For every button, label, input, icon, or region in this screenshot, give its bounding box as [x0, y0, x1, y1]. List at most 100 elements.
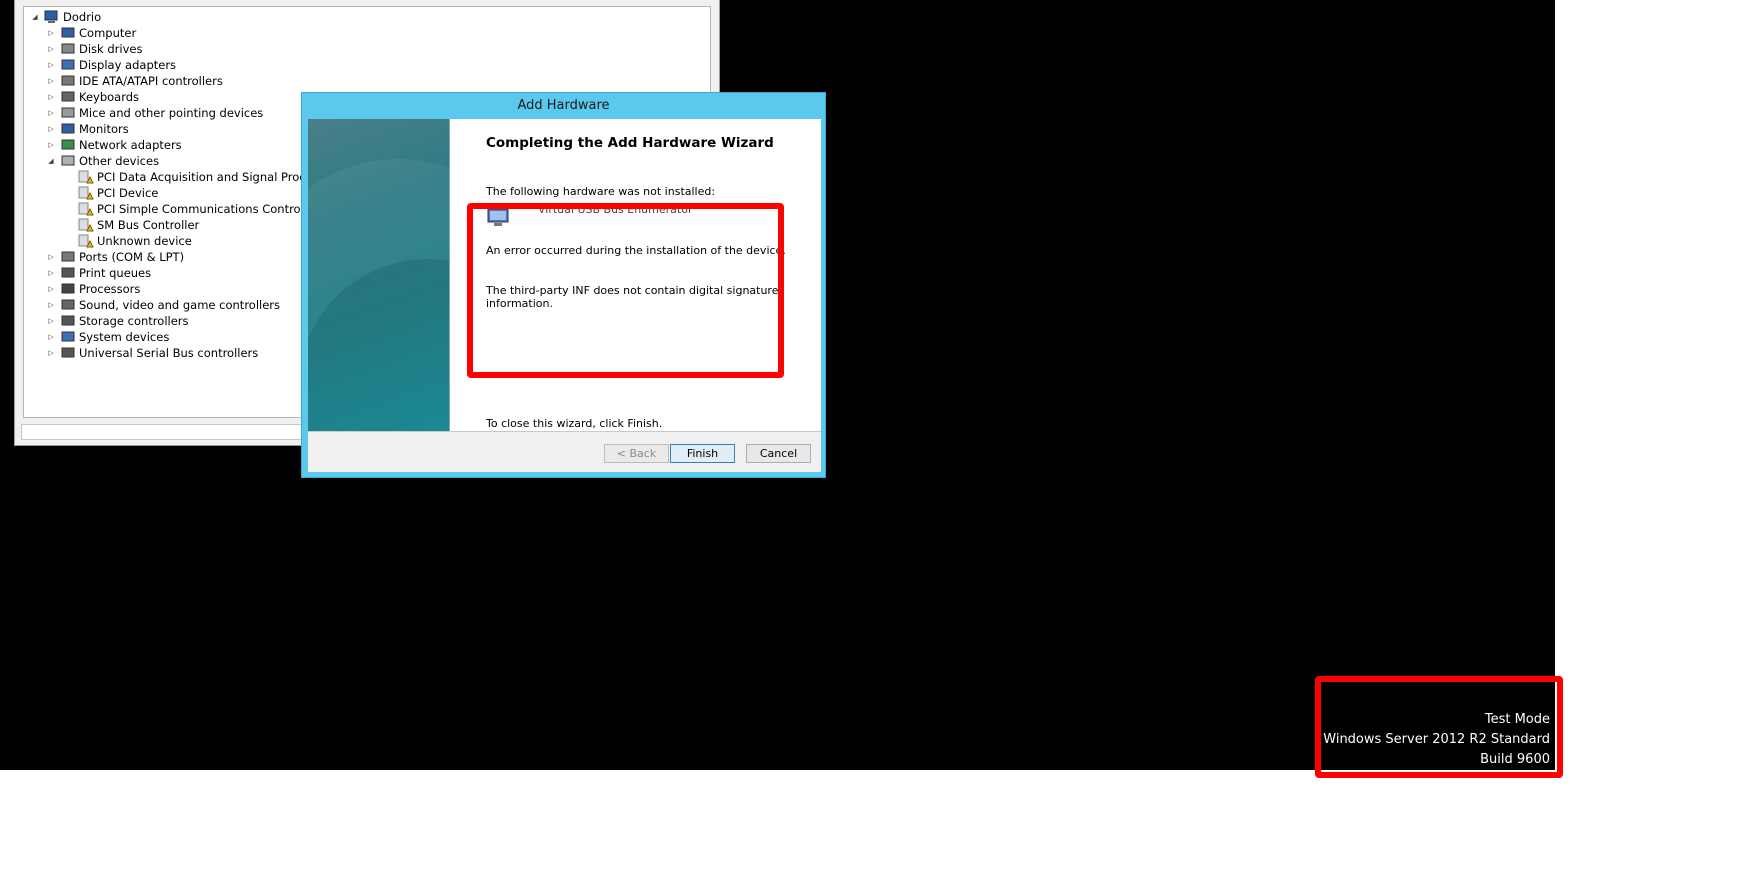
add-hardware-dialog: Add Hardware Completing the Add Hardware…	[301, 92, 826, 478]
cancel-button[interactable]: Cancel	[746, 444, 811, 463]
tree-item-label: PCI Simple Communications Controller	[97, 202, 319, 216]
expand-arrow-icon[interactable]: ▷	[46, 313, 56, 329]
test-mode-watermark: Test Mode Windows Server 2012 R2 Standar…	[1323, 710, 1550, 770]
tree-item-label: PCI Device	[97, 186, 159, 200]
expand-arrow-icon[interactable]: ▷	[46, 41, 56, 57]
expand-arrow-icon[interactable]: ▷	[46, 329, 56, 345]
tree-root[interactable]: ◢ Dodrio	[30, 9, 101, 25]
collapse-arrow-icon[interactable]: ◢	[30, 9, 40, 25]
expand-arrow-icon[interactable]: ▷	[46, 89, 56, 105]
tree-child-item[interactable]: SM Bus Controller	[78, 217, 199, 233]
tree-category-item[interactable]: ▷ Display adapters	[46, 57, 176, 73]
mouse-icon	[60, 106, 76, 120]
computer-icon	[60, 26, 76, 40]
printer-icon	[60, 266, 76, 280]
tree-category-item[interactable]: ▷ Monitors	[46, 121, 129, 137]
tree-item-label: Sound, video and game controllers	[79, 298, 281, 312]
watermark-line1: Test Mode	[1484, 712, 1550, 727]
processor-icon	[60, 282, 76, 296]
tree-item-label: Mice and other pointing devices	[79, 106, 264, 120]
expand-arrow-icon[interactable]: ▷	[46, 121, 56, 137]
network-icon	[60, 138, 76, 152]
error-reason-line1: The third-party INF does not contain dig…	[486, 284, 779, 297]
tree-item-label: Disk drives	[79, 42, 143, 56]
tree-category-item[interactable]: ▷ Print queues	[46, 265, 151, 281]
tree-item-label: Keyboards	[79, 90, 140, 104]
tree-category-item[interactable]: ◢ Other devices	[46, 153, 159, 169]
wizard-content: Completing the Add Hardware Wizard The f…	[450, 119, 821, 431]
tree-category-item[interactable]: ▷ Sound, video and game controllers	[46, 297, 280, 313]
tree-category-item[interactable]: ▷ IDE ATA/ATAPI controllers	[46, 73, 223, 89]
tree-item-label: Monitors	[79, 122, 129, 136]
dialog-body: Completing the Add Hardware Wizard The f…	[308, 119, 821, 472]
tree-item-label: Universal Serial Bus controllers	[79, 346, 259, 360]
collapse-arrow-icon[interactable]: ◢	[46, 153, 56, 169]
tree-category-item[interactable]: ▷ Storage controllers	[46, 313, 189, 329]
tree-category-item[interactable]: ▷ System devices	[46, 329, 169, 345]
usb-icon	[60, 346, 76, 360]
system-icon	[60, 330, 76, 344]
tree-category-item[interactable]: ▷ Universal Serial Bus controllers	[46, 345, 258, 361]
tree-item-label: Network adapters	[79, 138, 182, 152]
tree-child-item[interactable]: PCI Device	[78, 185, 158, 201]
tree-category-item[interactable]: ▷ Computer	[46, 25, 136, 41]
warning-device-icon	[78, 234, 94, 248]
ide-icon	[60, 74, 76, 88]
computer-icon	[44, 10, 60, 24]
tree-item-label: Display adapters	[79, 58, 177, 72]
desktop-edge-bottom	[0, 770, 1764, 880]
sound-icon	[60, 298, 76, 312]
expand-arrow-icon[interactable]: ▷	[46, 345, 56, 361]
monitor-icon	[60, 122, 76, 136]
expand-arrow-icon[interactable]: ▷	[46, 25, 56, 41]
warning-device-icon	[78, 170, 94, 184]
wizard-footer: < Back Finish Cancel	[308, 431, 821, 472]
warning-device-icon	[78, 202, 94, 216]
back-button[interactable]: < Back	[604, 444, 669, 463]
expand-arrow-icon[interactable]: ▷	[46, 281, 56, 297]
tree-item-label: Ports (COM & LPT)	[79, 250, 185, 264]
port-icon	[60, 250, 76, 264]
warning-device-icon	[78, 186, 94, 200]
disk-icon	[60, 42, 76, 56]
storage-icon	[60, 314, 76, 328]
tree-item-label: Other devices	[79, 154, 160, 168]
desktop-edge-right	[1555, 0, 1764, 880]
expand-arrow-icon[interactable]: ▷	[46, 73, 56, 89]
tree-category-item[interactable]: ▷ Disk drives	[46, 41, 142, 57]
expand-arrow-icon[interactable]: ▷	[46, 105, 56, 121]
tree-category-item[interactable]: ▷ Processors	[46, 281, 140, 297]
tree-root-label: Dodrio	[63, 10, 102, 24]
expand-arrow-icon[interactable]: ▷	[46, 265, 56, 281]
expand-arrow-icon[interactable]: ▷	[46, 249, 56, 265]
expand-arrow-icon[interactable]: ▷	[46, 57, 56, 73]
tree-item-label: Unknown device	[97, 234, 192, 248]
error-reason-line2: information.	[486, 297, 553, 310]
watermark-line3: Build 9600	[1480, 752, 1550, 767]
tree-item-label: Print queues	[79, 266, 152, 280]
error-message: An error occurred during the installatio…	[486, 244, 786, 257]
tree-category-item[interactable]: ▷ Ports (COM & LPT)	[46, 249, 184, 265]
not-installed-label: The following hardware was not installed…	[486, 185, 716, 198]
expand-arrow-icon[interactable]: ▷	[46, 137, 56, 153]
expand-arrow-icon[interactable]: ▷	[46, 297, 56, 313]
tree-item-label: System devices	[79, 330, 170, 344]
keyboard-icon	[60, 90, 76, 104]
tree-child-item[interactable]: Unknown device	[78, 233, 192, 249]
other-devices-icon	[60, 154, 76, 168]
wizard-heading: Completing the Add Hardware Wizard	[486, 135, 774, 151]
tree-category-item[interactable]: ▷ Network adapters	[46, 137, 182, 153]
tree-item-label: Storage controllers	[79, 314, 189, 328]
tree-category-item[interactable]: ▷ Keyboards	[46, 89, 139, 105]
tree-category-item[interactable]: ▷ Mice and other pointing devices	[46, 105, 263, 121]
tree-item-label: Computer	[79, 26, 137, 40]
tree-item-label: IDE ATA/ATAPI controllers	[79, 74, 223, 88]
warning-device-icon	[78, 218, 94, 232]
display-icon	[60, 58, 76, 72]
watermark-line2: Windows Server 2012 R2 Standard	[1323, 732, 1550, 747]
hardware-device-icon	[486, 207, 512, 229]
wizard-banner	[308, 119, 450, 431]
finish-button[interactable]: Finish	[670, 444, 735, 463]
close-hint: To close this wizard, click Finish.	[486, 417, 663, 430]
tree-child-item[interactable]: PCI Simple Communications Controller	[78, 201, 319, 217]
